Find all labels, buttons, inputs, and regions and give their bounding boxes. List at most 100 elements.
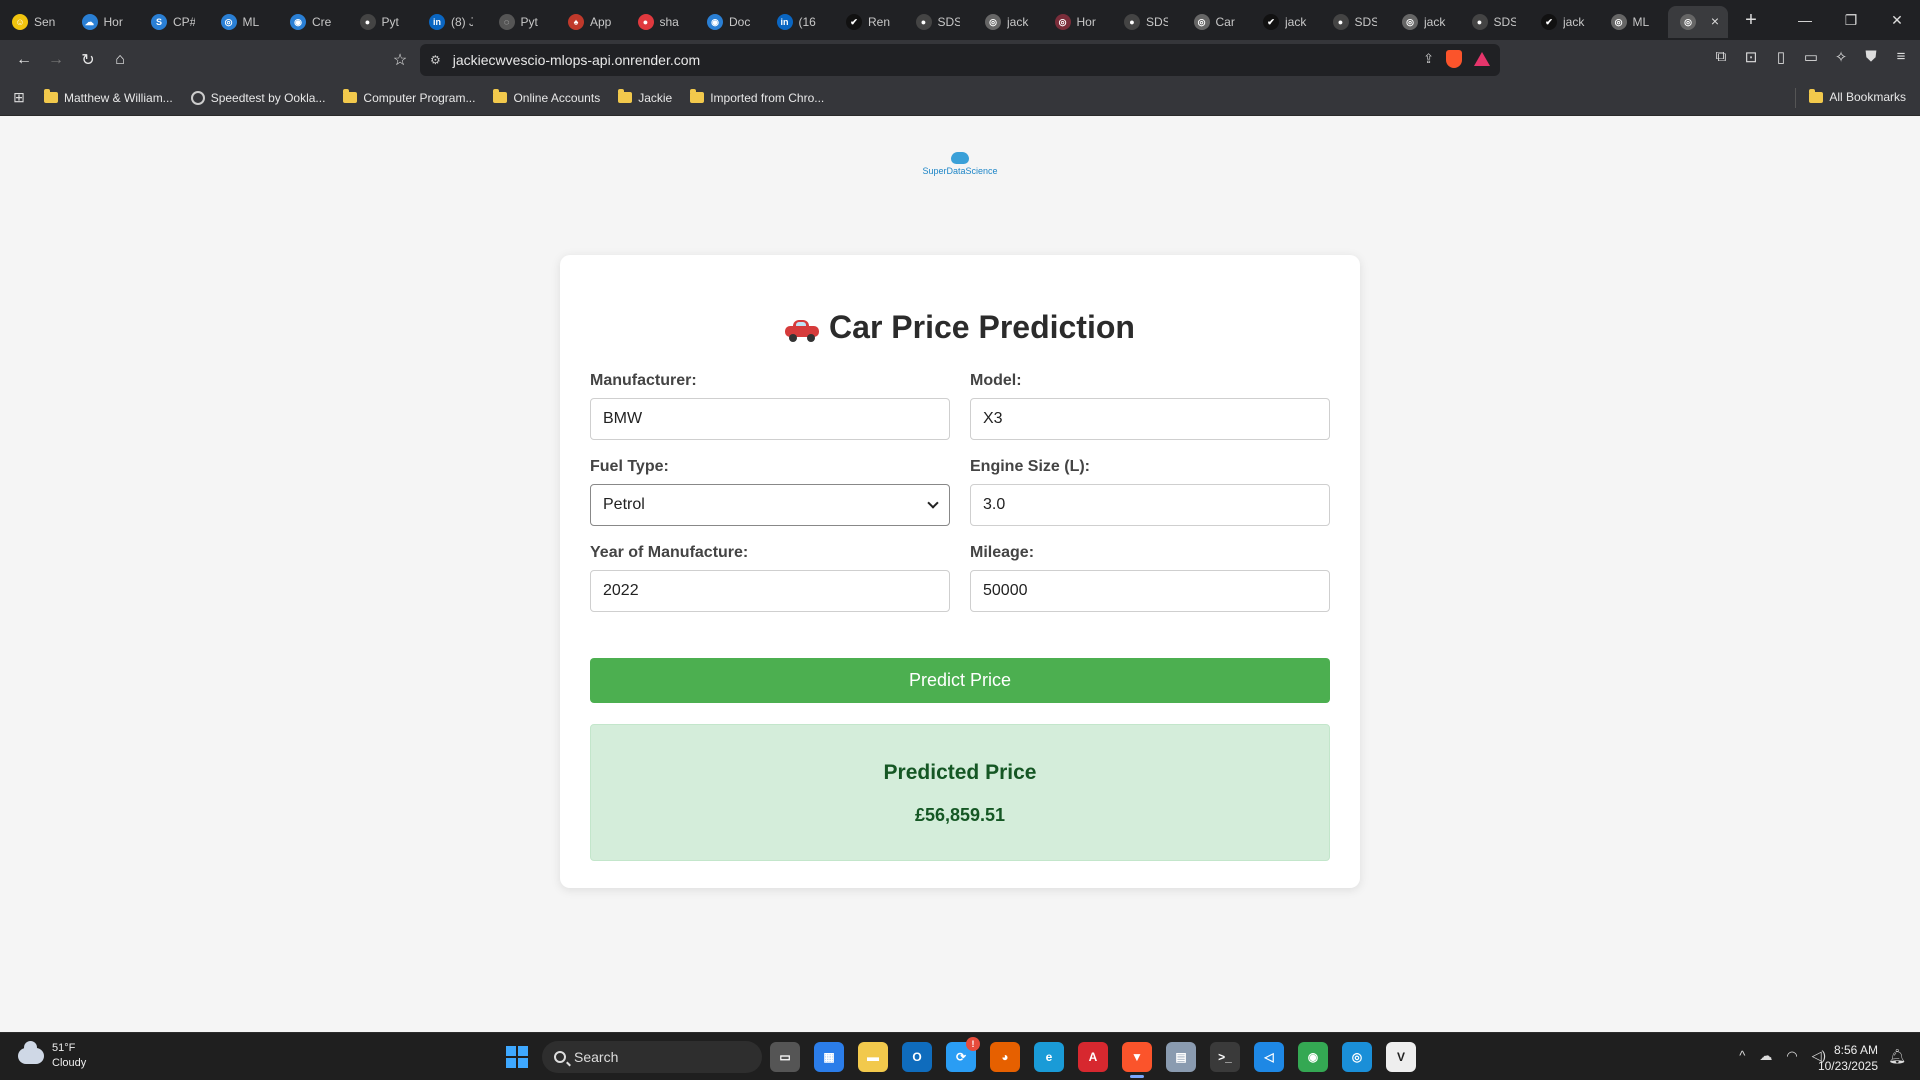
- browser-tab[interactable]: ◉ Cre: [278, 6, 348, 38]
- mileage-input[interactable]: [970, 570, 1330, 612]
- browser-tab[interactable]: S CP#: [139, 6, 209, 38]
- address-bar[interactable]: ⚙ jackiecwvescio-mlops-api.onrender.com …: [420, 44, 1500, 76]
- tab-favicon-icon: ◌: [498, 14, 515, 30]
- fuel-type-select[interactable]: Petrol: [590, 484, 950, 526]
- browser-tab[interactable]: ◉ Doc: [695, 6, 765, 38]
- app-glyph: ⟳: [955, 1050, 967, 1064]
- browser-tab[interactable]: ◎ jack: [1390, 6, 1460, 38]
- outlook-icon[interactable]: O: [902, 1042, 932, 1072]
- wifi-icon[interactable]: ◠: [1786, 1048, 1797, 1064]
- acrobat-icon[interactable]: A: [1078, 1042, 1108, 1072]
- app-v-icon[interactable]: V: [1386, 1042, 1416, 1072]
- menu-icon[interactable]: ≡: [1892, 48, 1910, 66]
- store-icon[interactable]: ▦: [814, 1042, 844, 1072]
- browser-tab[interactable]: ◎ Car: [1182, 6, 1252, 38]
- predict-price-button[interactable]: Predict Price: [590, 658, 1330, 703]
- close-tab-icon[interactable]: ×: [1708, 14, 1722, 28]
- tab-favicon-icon: ◎: [220, 14, 237, 30]
- vpn-icon[interactable]: ⛊: [1862, 48, 1880, 66]
- bookmark-item[interactable]: Imported from Chro...: [690, 89, 824, 105]
- clock-date: 10/23/2025: [1817, 1059, 1878, 1073]
- apps-grid-icon[interactable]: ⊞: [10, 89, 28, 107]
- bookmark-item[interactable]: Speedtest by Ookla...: [190, 90, 325, 105]
- bookmark-item[interactable]: Online Accounts: [493, 89, 601, 105]
- brave-icon[interactable]: ▼: [1122, 1042, 1152, 1078]
- bookmark-item[interactable]: Jackie: [618, 89, 672, 105]
- onedrive-icon[interactable]: ☁: [1759, 1048, 1772, 1064]
- all-bookmarks-button[interactable]: All Bookmarks: [1809, 88, 1906, 104]
- browser-tab[interactable]: ◎ jack: [973, 6, 1043, 38]
- reload-button[interactable]: ↻: [74, 46, 102, 74]
- browser-tab[interactable]: in (16: [765, 6, 835, 38]
- notification-bell-icon[interactable]: 🔔︎: [1888, 1048, 1906, 1065]
- browser-tab[interactable]: ✔ jack: [1251, 6, 1321, 38]
- extensions-icon[interactable]: ⧉: [1712, 48, 1730, 66]
- url-text[interactable]: jackiecwvescio-mlops-api.onrender.com: [453, 52, 700, 68]
- firefox-icon[interactable]: ◕: [990, 1042, 1020, 1072]
- app-badge-icon[interactable]: ⟳!: [946, 1037, 980, 1072]
- browser-tab[interactable]: ◎ ML: [1599, 6, 1669, 38]
- wallet-icon[interactable]: ▭: [1802, 48, 1820, 66]
- close-window-button[interactable]: ✕: [1874, 0, 1920, 40]
- edge-icon[interactable]: e: [1034, 1042, 1064, 1072]
- sidebar-icon[interactable]: ▯: [1772, 48, 1790, 66]
- home-button[interactable]: ⌂: [106, 46, 134, 74]
- task-view-icon[interactable]: ▭: [770, 1042, 800, 1072]
- fuel-type-label: Fuel Type:: [590, 458, 669, 475]
- notepad-icon[interactable]: ▤: [1166, 1042, 1196, 1072]
- browser-tab[interactable]: ☁ Hor: [70, 6, 140, 38]
- browser-tab[interactable]: ◌ Pyt: [487, 6, 557, 38]
- browser-tab[interactable]: ☺ Sen: [0, 6, 70, 38]
- app-blue-icon[interactable]: ◎: [1342, 1042, 1372, 1072]
- year-input[interactable]: [590, 570, 950, 612]
- chrome-icon[interactable]: ◉: [1298, 1042, 1328, 1072]
- bookmark-item[interactable]: Computer Program...: [343, 89, 475, 105]
- browser-tab[interactable]: ● SDS: [1321, 6, 1391, 38]
- clock-time: 8:56 AM: [1833, 1043, 1878, 1057]
- brave-rewards-icon[interactable]: [1474, 52, 1490, 66]
- browser-tab[interactable]: ● sha: [626, 6, 696, 38]
- active-browser-tab[interactable]: ◎ ×: [1668, 6, 1728, 38]
- bookmark-item[interactable]: Matthew & William...: [44, 89, 173, 105]
- model-input[interactable]: [970, 398, 1330, 440]
- browser-tab[interactable]: ◎ ML: [209, 6, 279, 38]
- vscode-icon[interactable]: ◁: [1254, 1042, 1284, 1072]
- browser-tab[interactable]: ♠ App: [556, 6, 626, 38]
- browser-tab[interactable]: ● SDS: [904, 6, 974, 38]
- site-settings-icon[interactable]: ⚙: [430, 53, 441, 67]
- fuel-type-field: Fuel Type: Petrol: [590, 458, 950, 526]
- clock[interactable]: 8:56 AM 10/23/2025: [1818, 1042, 1878, 1074]
- forward-button[interactable]: →: [42, 46, 70, 74]
- start-button[interactable]: [506, 1046, 528, 1068]
- browser-tab[interactable]: ● Pyt: [348, 6, 418, 38]
- leo-ai-icon[interactable]: ✧: [1832, 48, 1850, 66]
- browser-tab[interactable]: ● SDS: [1460, 6, 1530, 38]
- bookmark-star-icon[interactable]: ☆: [386, 46, 414, 74]
- show-hidden-icons-icon[interactable]: ^: [1739, 1048, 1745, 1064]
- browser-tab[interactable]: ✔ jack: [1529, 6, 1599, 38]
- manufacturer-label: Manufacturer:: [590, 372, 697, 389]
- brave-shields-icon[interactable]: [1446, 50, 1462, 68]
- manufacturer-field: Manufacturer:: [590, 372, 950, 440]
- browser-tab[interactable]: ◎ Hor: [1043, 6, 1113, 38]
- manufacturer-input[interactable]: [590, 398, 950, 440]
- browser-tab[interactable]: ✔ Ren: [834, 6, 904, 38]
- terminal-icon[interactable]: >_: [1210, 1042, 1240, 1072]
- reader-icon[interactable]: ⊡: [1742, 48, 1760, 66]
- bookmark-label: Online Accounts: [513, 90, 601, 105]
- share-icon[interactable]: ⇪: [1423, 51, 1434, 67]
- weather-widget[interactable]: 51°F Cloudy: [18, 1041, 86, 1071]
- browser-tab[interactable]: in (8) J: [417, 6, 487, 38]
- app-glyph: >_: [1218, 1050, 1232, 1064]
- app-glyph: ▤: [1175, 1050, 1187, 1064]
- new-tab-button[interactable]: +: [1736, 5, 1766, 35]
- file-explorer-icon[interactable]: ▬: [858, 1042, 888, 1072]
- browser-tab[interactable]: ● SDS: [1112, 6, 1182, 38]
- taskbar-search[interactable]: Search: [542, 1041, 762, 1073]
- minimize-button[interactable]: —: [1782, 0, 1828, 40]
- engine-size-input[interactable]: [970, 484, 1330, 526]
- back-button[interactable]: ←: [10, 46, 38, 74]
- tab-title: (8) J: [451, 15, 473, 29]
- maximize-button[interactable]: ❐: [1828, 0, 1874, 40]
- tab-favicon-icon: ◎: [1193, 14, 1210, 30]
